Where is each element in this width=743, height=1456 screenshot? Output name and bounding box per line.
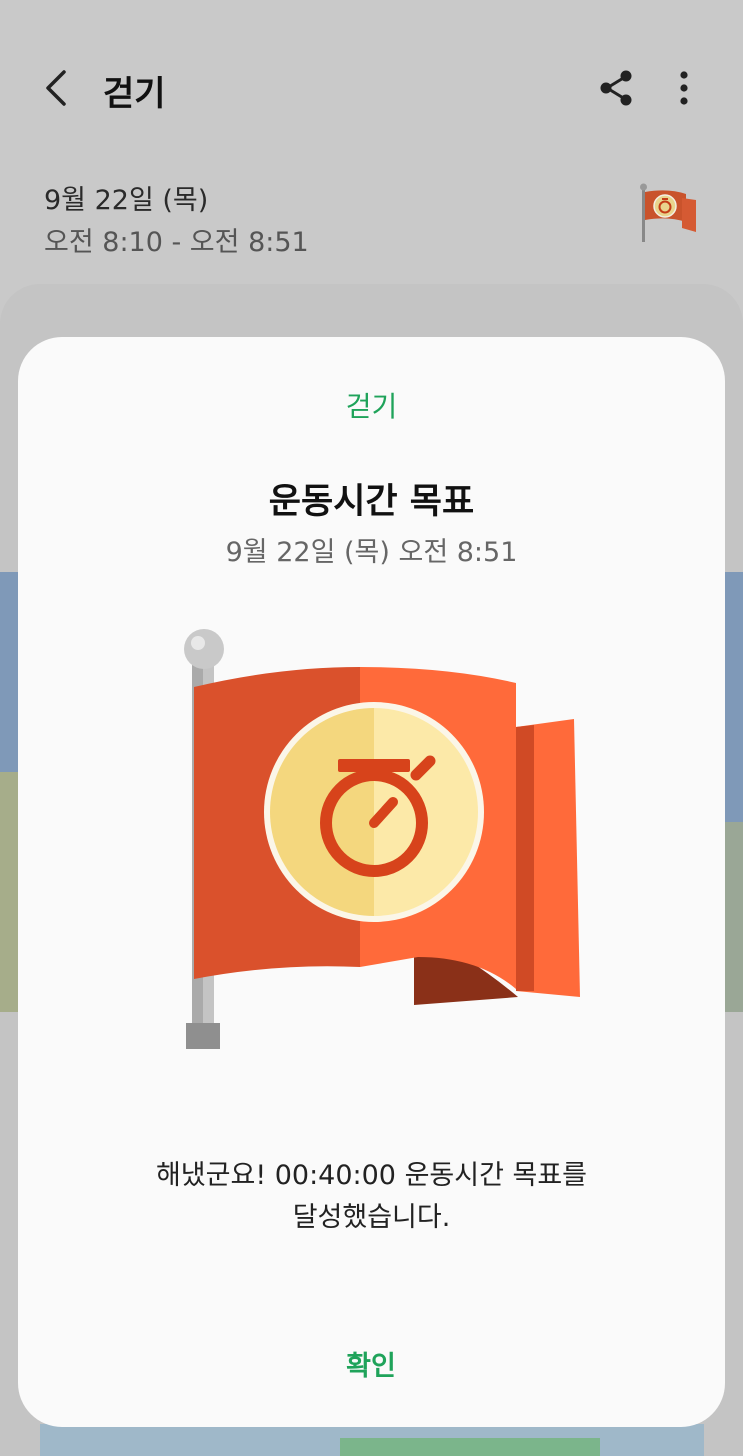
achievement-dialog: 걷기 운동시간 목표 9월 22일 (목) 오전 8:51 해냈군요! 00:4…	[18, 337, 725, 1427]
dialog-message: 해냈군요! 00:40:00 운동시간 목표를 달성했습니다.	[78, 1155, 665, 1239]
dialog-title: 운동시간 목표	[268, 482, 475, 522]
dialog-message-line1: 해냈군요! 00:40:00 운동시간 목표를	[155, 1160, 588, 1191]
achievement-flag-icon[interactable]	[638, 182, 700, 246]
dialog-message-line2: 달성했습니다.	[292, 1202, 451, 1233]
back-button[interactable]	[36, 64, 84, 112]
stopwatch-flag-icon	[184, 629, 580, 1049]
confirm-button[interactable]: 확인	[301, 1337, 441, 1397]
map-preview-right	[722, 572, 743, 1012]
session-time-range: 오전 8:10 - 오전 8:51	[44, 227, 309, 258]
session-date: 9월 22일 (목)	[44, 185, 209, 216]
dialog-category: 걷기	[345, 390, 398, 423]
page-title: 걷기	[103, 74, 166, 114]
app-bar: 걷기	[0, 0, 743, 170]
more-vertical-icon	[680, 71, 688, 105]
share-icon	[600, 70, 632, 106]
chevron-left-icon	[46, 70, 66, 106]
share-button[interactable]	[594, 66, 638, 110]
dialog-datetime: 9월 22일 (목) 오전 8:51	[225, 537, 518, 568]
more-options-button[interactable]	[664, 66, 704, 110]
heart-rate-graph	[40, 1424, 704, 1456]
